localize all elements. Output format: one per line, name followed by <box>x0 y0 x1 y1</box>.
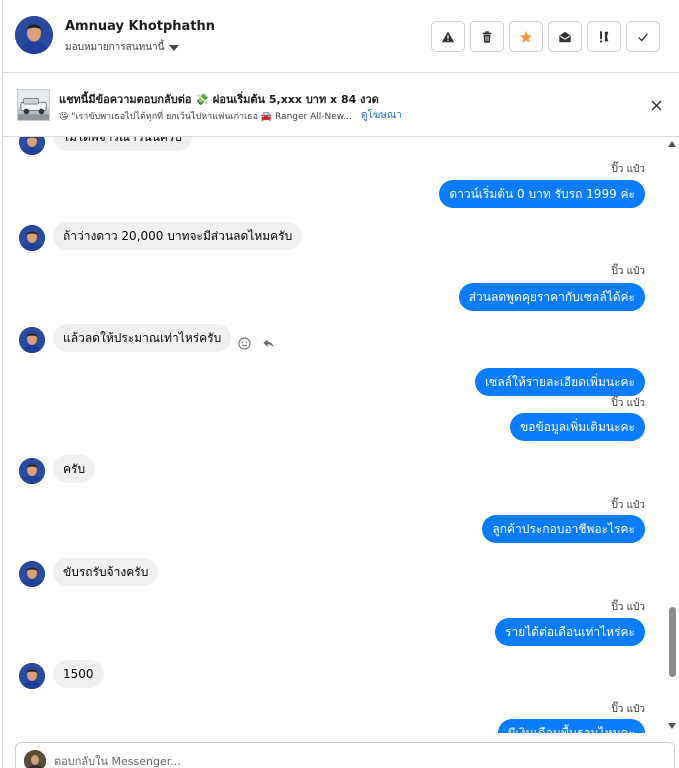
page-avatar <box>24 750 46 768</box>
incoming-message[interactable]: ครับ <box>53 455 96 483</box>
ad-banner-subtitle: 😘 "เราขับพาเธอไปได้ทุกที่ ยกเว้นไปหาแฟนเ… <box>59 112 352 122</box>
close-icon <box>650 99 662 111</box>
incoming-message[interactable]: แล้วลดให้ประมาณเท่าไหร่ครับ <box>53 324 232 352</box>
scroll-up-arrow-icon[interactable] <box>668 141 676 147</box>
sender-name: ปิ๊ว แป๋ว <box>611 602 645 613</box>
conversation-toolbar <box>431 21 660 52</box>
outgoing-message[interactable]: ขอข้อมูลเพิ่มเติมนะคะ <box>510 413 645 441</box>
mark-unread-button[interactable] <box>548 21 582 52</box>
outgoing-message[interactable]: รายได้ต่อเดือนเท่าไหร่คะ <box>495 618 645 646</box>
contact-avatar-small <box>19 458 45 484</box>
mark-done-button[interactable] <box>626 21 660 52</box>
sender-name: ปิ๊ว แป๋ว <box>611 398 645 409</box>
close-banner-button[interactable] <box>646 95 666 115</box>
ad-reply-banner: แชทนี้มีข้อความตอบกลับต่อ 💸 ผ่อนเริ่มต้น… <box>3 73 679 137</box>
contact-avatar-small <box>19 327 45 353</box>
mark-spam-button[interactable] <box>431 21 465 52</box>
assign-label: มอบหมายการสนทนานี้ <box>65 42 165 53</box>
reply-icon <box>262 338 274 348</box>
warning-icon <box>441 30 455 42</box>
reply-composer <box>15 742 675 768</box>
outgoing-message[interactable]: ส่วนลดพูดคุยราคากับเซลล์ได้ค่ะ <box>458 283 645 311</box>
contact-name[interactable]: Amnuay Khotphathn <box>65 19 215 34</box>
incoming-message[interactable]: 1500 <box>53 660 104 688</box>
envelope-open-icon <box>559 31 571 42</box>
ad-thumbnail[interactable] <box>17 89 50 121</box>
mark-important-button[interactable] <box>587 21 621 52</box>
message-thread: ไม่ได้พิจารณาวันนี้ครับ ปิ๊ว แป๋ว ดาวน์เ… <box>3 137 669 733</box>
outgoing-message[interactable]: มีเงินเดือนพื้นฐานไหมคะ <box>497 719 645 733</box>
caret-down-icon <box>169 44 180 51</box>
scroll-down-arrow-icon[interactable] <box>668 723 676 729</box>
incoming-message[interactable]: ขับรถรับจ้างครับ <box>53 558 159 586</box>
contact-avatar-small <box>19 561 45 587</box>
sender-name: ปิ๊ว แป๋ว <box>611 164 645 175</box>
smiley-icon <box>237 336 251 350</box>
assign-conversation-dropdown[interactable]: มอบหมายการสนทนานี้ <box>65 40 180 55</box>
contact-avatar[interactable] <box>15 16 53 54</box>
outgoing-message[interactable]: ดาวน์เริ่มต้น 0 บาท รับรถ 1999 ค่ะ <box>439 180 645 208</box>
sender-name: ปิ๊ว แป๋ว <box>611 500 645 511</box>
reply-button[interactable] <box>261 336 275 350</box>
outgoing-message[interactable]: ลูกค้าประกอบอาชีพอะไรคะ <box>482 515 645 543</box>
sender-name: ปิ๊ว แป๋ว <box>611 266 645 277</box>
conversation-panel: Amnuay Khotphathn มอบหมายการสนทนานี้ แชท… <box>2 0 679 768</box>
delete-button[interactable] <box>470 21 504 52</box>
thread-scrollbar[interactable] <box>666 137 679 733</box>
scrollbar-thumb[interactable] <box>669 607 676 677</box>
incoming-message[interactable]: ถ้าว่างดาว 20,000 บาทจะมีส่วนลดไหมครับ <box>53 222 303 250</box>
trash-icon <box>482 30 492 43</box>
incoming-message[interactable]: ไม่ได้พิจารณาวันนี้ครับ <box>53 137 193 151</box>
check-icon <box>638 33 648 41</box>
important-icon <box>600 30 609 42</box>
contact-avatar-small <box>19 225 45 251</box>
outgoing-message[interactable]: เซลล์ให้รายละเอียดเพิ่มนะคะ <box>475 368 645 396</box>
view-ad-link[interactable]: ดูโฆษณา <box>361 108 402 123</box>
contact-avatar-small <box>19 663 45 689</box>
star-icon <box>519 30 533 43</box>
sender-name: ปิ๊ว แป๋ว <box>611 704 645 715</box>
message-actions <box>237 336 275 350</box>
contact-avatar-small <box>19 137 45 155</box>
reply-input[interactable] <box>54 755 654 768</box>
conversation-header: Amnuay Khotphathn มอบหมายการสนทนานี้ <box>3 0 679 73</box>
star-button[interactable] <box>509 21 543 52</box>
ad-banner-title: แชทนี้มีข้อความตอบกลับต่อ 💸 ผ่อนเริ่มต้น… <box>59 93 379 106</box>
react-button[interactable] <box>237 336 251 350</box>
